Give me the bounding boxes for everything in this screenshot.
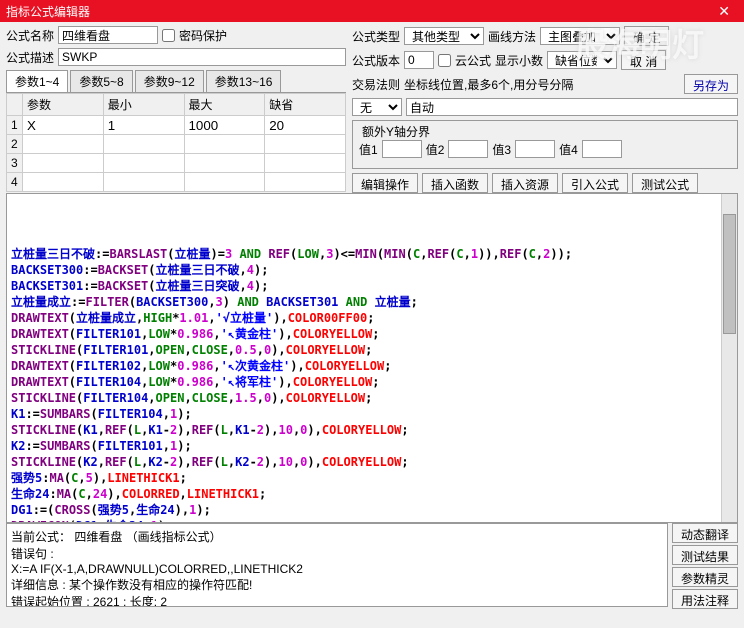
coord-input[interactable] bbox=[406, 98, 738, 116]
code-line: DG1:=(CROSS(强势5,生命24),1); bbox=[11, 502, 733, 518]
code-line: 强势5:MA(C,5),LINETHICK1; bbox=[11, 470, 733, 486]
draw-method-select[interactable]: 主图叠加 bbox=[540, 27, 620, 45]
code-line: DRAWICON(DG1,生命24,1); bbox=[11, 518, 733, 523]
edit-op-button[interactable]: 编辑操作 bbox=[352, 173, 418, 193]
param-cell-input[interactable] bbox=[265, 117, 345, 133]
param-cell-input[interactable] bbox=[104, 174, 184, 190]
titlebar: 指标公式编辑器 ✕ bbox=[0, 0, 744, 22]
code-line: STICKLINE(FILTER104,OPEN,CLOSE,1.5,0),CO… bbox=[11, 390, 733, 406]
code-editor[interactable]: 立桩量三日不破:=BARSLAST(立桩量)=3 AND REF(LOW,3)<… bbox=[6, 193, 738, 523]
code-line: DRAWTEXT(FILTER104,LOW*0.986,'↖将军柱'),COL… bbox=[11, 374, 733, 390]
param-header: 参数 bbox=[23, 94, 104, 116]
close-icon[interactable]: ✕ bbox=[710, 3, 738, 20]
code-line: STICKLINE(K1,REF(L,K1-2),REF(L,K1-2),10,… bbox=[11, 422, 733, 438]
code-line: STICKLINE(K2,REF(L,K2-2),REF(L,K2-2),10,… bbox=[11, 454, 733, 470]
window-title: 指标公式编辑器 bbox=[6, 3, 710, 20]
label-v4: 值4 bbox=[559, 141, 578, 158]
param-header bbox=[7, 94, 23, 116]
trade-rule-select[interactable]: 无 bbox=[352, 98, 402, 116]
param-cell-input[interactable] bbox=[265, 174, 345, 190]
code-line: BACKSET300:=BACKSET(立桩量三日不破,4); bbox=[11, 262, 733, 278]
label-v2: 值2 bbox=[426, 141, 445, 158]
code-line: DRAWTEXT(FILTER101,LOW*0.986,'↖黄金柱'),COL… bbox=[11, 326, 733, 342]
code-line: K1:=SUMBARS(FILTER104,1); bbox=[11, 406, 733, 422]
param-cell-input[interactable] bbox=[104, 117, 184, 133]
param-cell-input[interactable] bbox=[23, 117, 103, 133]
v2-input[interactable] bbox=[448, 140, 488, 158]
formula-desc-input[interactable] bbox=[58, 48, 346, 66]
param-wizard-button[interactable]: 参数精灵 bbox=[672, 567, 738, 587]
output-panel: 当前公式： 四维看盘 （画线指标公式） 错误句 : X:=A IF(X-1,A,… bbox=[6, 523, 668, 607]
tab-params-13-16[interactable]: 参数13~16 bbox=[206, 70, 282, 92]
label-password-protect: 密码保护 bbox=[179, 27, 227, 44]
label-trade-rule: 交易法则 bbox=[352, 76, 400, 93]
param-cell-input[interactable] bbox=[23, 155, 103, 171]
table-row: 3 bbox=[7, 154, 346, 173]
code-line: DRAWTEXT(FILTER102,LOW*0.986,'↖次黄金柱'),CO… bbox=[11, 358, 733, 374]
label-v1: 值1 bbox=[359, 141, 378, 158]
param-cell-input[interactable] bbox=[104, 136, 184, 152]
param-cell-input[interactable] bbox=[185, 155, 265, 171]
scrollbar-vertical[interactable] bbox=[721, 194, 737, 522]
label-formula-desc: 公式描述 bbox=[6, 49, 54, 66]
label-cloud-formula: 云公式 bbox=[455, 52, 491, 69]
version-input[interactable] bbox=[404, 51, 434, 69]
decimals-select[interactable]: 缺省位数 bbox=[547, 51, 617, 69]
v4-input[interactable] bbox=[582, 140, 622, 158]
label-v3: 值3 bbox=[492, 141, 511, 158]
param-cell-input[interactable] bbox=[265, 155, 345, 171]
label-show-decimals: 显示小数 bbox=[495, 52, 543, 69]
tab-params-9-12[interactable]: 参数9~12 bbox=[135, 70, 204, 92]
param-cell-input[interactable] bbox=[23, 136, 103, 152]
label-formula-name: 公式名称 bbox=[6, 27, 54, 44]
code-line: K2:=SUMBARS(FILTER101,1); bbox=[11, 438, 733, 454]
usage-notes-button[interactable]: 用法注释 bbox=[672, 589, 738, 609]
label-formula-type: 公式类型 bbox=[352, 28, 400, 45]
param-header: 最小 bbox=[103, 94, 184, 116]
param-header: 缺省 bbox=[265, 94, 346, 116]
code-line: STICKLINE(FILTER101,OPEN,CLOSE,0.5,0),CO… bbox=[11, 342, 733, 358]
code-line: 立桩量三日不破:=BARSLAST(立桩量)=3 AND REF(LOW,3)<… bbox=[11, 246, 733, 262]
param-cell-input[interactable] bbox=[185, 136, 265, 152]
label-draw-method: 画线方法 bbox=[488, 28, 536, 45]
label-formula-version: 公式版本 bbox=[352, 52, 400, 69]
param-cell-input[interactable] bbox=[265, 136, 345, 152]
v3-input[interactable] bbox=[515, 140, 555, 158]
code-line: 立桩量成立:=FILTER(BACKSET300,3) AND BACKSET3… bbox=[11, 294, 733, 310]
formula-type-select[interactable]: 其他类型 bbox=[404, 27, 484, 45]
v1-input[interactable] bbox=[382, 140, 422, 158]
label-coord-hint: 坐标线位置,最多6个,用分号分隔 bbox=[404, 76, 680, 93]
test-result-button[interactable]: 测试结果 bbox=[672, 545, 738, 565]
dynamic-translate-button[interactable]: 动态翻译 bbox=[672, 523, 738, 543]
param-cell-input[interactable] bbox=[185, 174, 265, 190]
code-line: DRAWTEXT(立桩量成立,HIGH*1.01,'√立桩量'),COLOR00… bbox=[11, 310, 733, 326]
tab-params-5-8[interactable]: 参数5~8 bbox=[70, 70, 132, 92]
param-table: 参数最小最大缺省 1234 bbox=[6, 93, 346, 192]
table-row: 2 bbox=[7, 135, 346, 154]
param-cell-input[interactable] bbox=[104, 155, 184, 171]
param-cell-input[interactable] bbox=[23, 174, 103, 190]
cancel-button[interactable]: 取 消 bbox=[621, 50, 666, 70]
code-line: 生命24:MA(C,24),COLORRED,LINETHICK1; bbox=[11, 486, 733, 502]
table-row: 1 bbox=[7, 116, 346, 135]
cloud-formula-checkbox[interactable] bbox=[438, 54, 451, 67]
scrollbar-thumb[interactable] bbox=[723, 214, 736, 334]
table-row: 4 bbox=[7, 173, 346, 192]
import-formula-button[interactable]: 引入公式 bbox=[562, 173, 628, 193]
code-line: BACKSET301:=BACKSET(立桩量三日突破,4); bbox=[11, 278, 733, 294]
insert-res-button[interactable]: 插入资源 bbox=[492, 173, 558, 193]
save-as-button[interactable]: 另存为 bbox=[684, 74, 738, 94]
password-protect-checkbox[interactable] bbox=[162, 29, 175, 42]
extra-y-fieldset: 额外Y轴分界 值1 值2 值3 值4 bbox=[352, 120, 738, 169]
ok-button[interactable]: 确 定 bbox=[624, 26, 669, 46]
formula-name-input[interactable] bbox=[58, 26, 158, 44]
tab-params-1-4[interactable]: 参数1~4 bbox=[6, 70, 68, 92]
param-header: 最大 bbox=[184, 94, 265, 116]
extra-y-legend: 额外Y轴分界 bbox=[359, 123, 433, 140]
param-cell-input[interactable] bbox=[185, 117, 265, 133]
param-tabs: 参数1~4 参数5~8 参数9~12 参数13~16 bbox=[6, 70, 346, 93]
insert-fn-button[interactable]: 插入函数 bbox=[422, 173, 488, 193]
test-formula-button[interactable]: 测试公式 bbox=[632, 173, 698, 193]
